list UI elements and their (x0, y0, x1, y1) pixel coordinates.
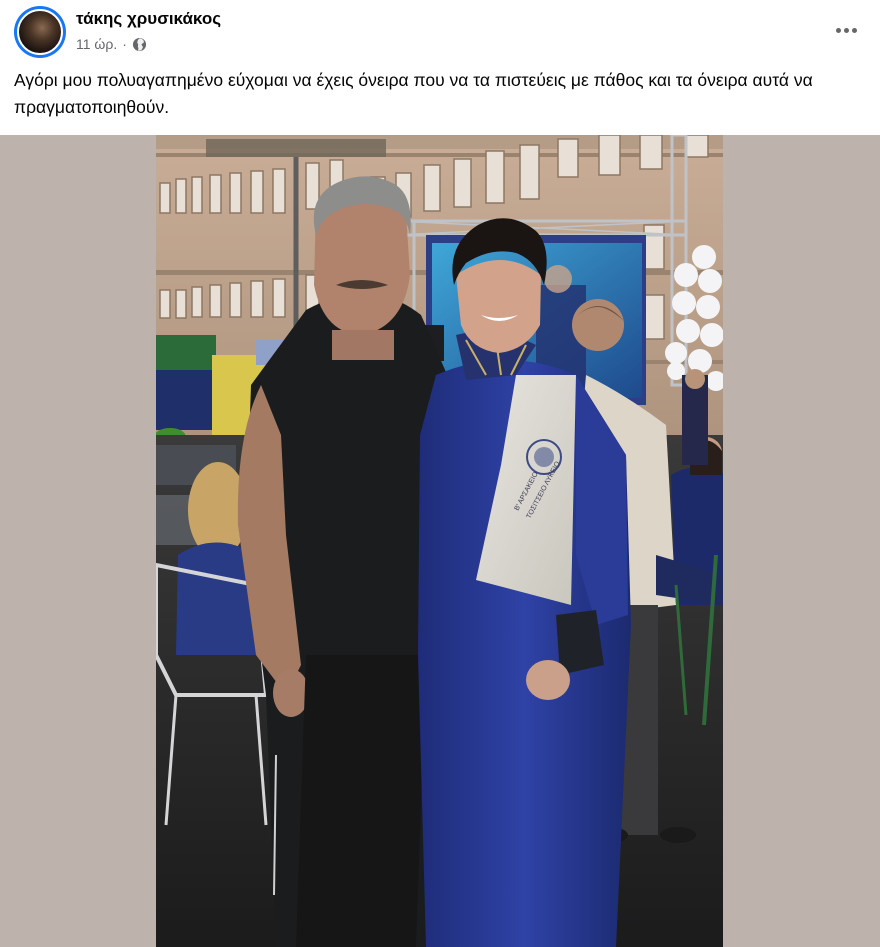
author-avatar[interactable] (14, 6, 66, 58)
post-timestamp[interactable]: 11 ώρ. (76, 36, 117, 52)
more-options-button[interactable] (826, 12, 866, 48)
avatar-photo (17, 9, 63, 55)
post-photo-frame[interactable]: Β' ΑΡΣΑΚΕΙΟ ΤΟΣΙΤΣΕΙΟ ΛΥΚΕΙΟ (0, 135, 880, 947)
post-header: τάκης χρυσικάκος 11 ώρ. · (0, 0, 880, 64)
more-options-icon (835, 27, 857, 33)
post-photo: Β' ΑΡΣΑΚΕΙΟ ΤΟΣΙΤΣΕΙΟ ΛΥΚΕΙΟ (156, 135, 723, 947)
globe-icon[interactable] (132, 37, 147, 52)
facebook-post: τάκης χρυσικάκος 11 ώρ. · Αγόρι μου πολυ… (0, 0, 880, 947)
post-message: Αγόρι μου πολυαγαπημένο εύχομαι να έχεις… (14, 70, 813, 117)
post-meta: 11 ώρ. · (76, 36, 147, 52)
author-name[interactable]: τάκης χρυσικάκος (76, 9, 221, 29)
meta-separator: · (122, 36, 127, 52)
graduation-photo: Β' ΑΡΣΑΚΕΙΟ ΤΟΣΙΤΣΕΙΟ ΛΥΚΕΙΟ (156, 135, 723, 947)
